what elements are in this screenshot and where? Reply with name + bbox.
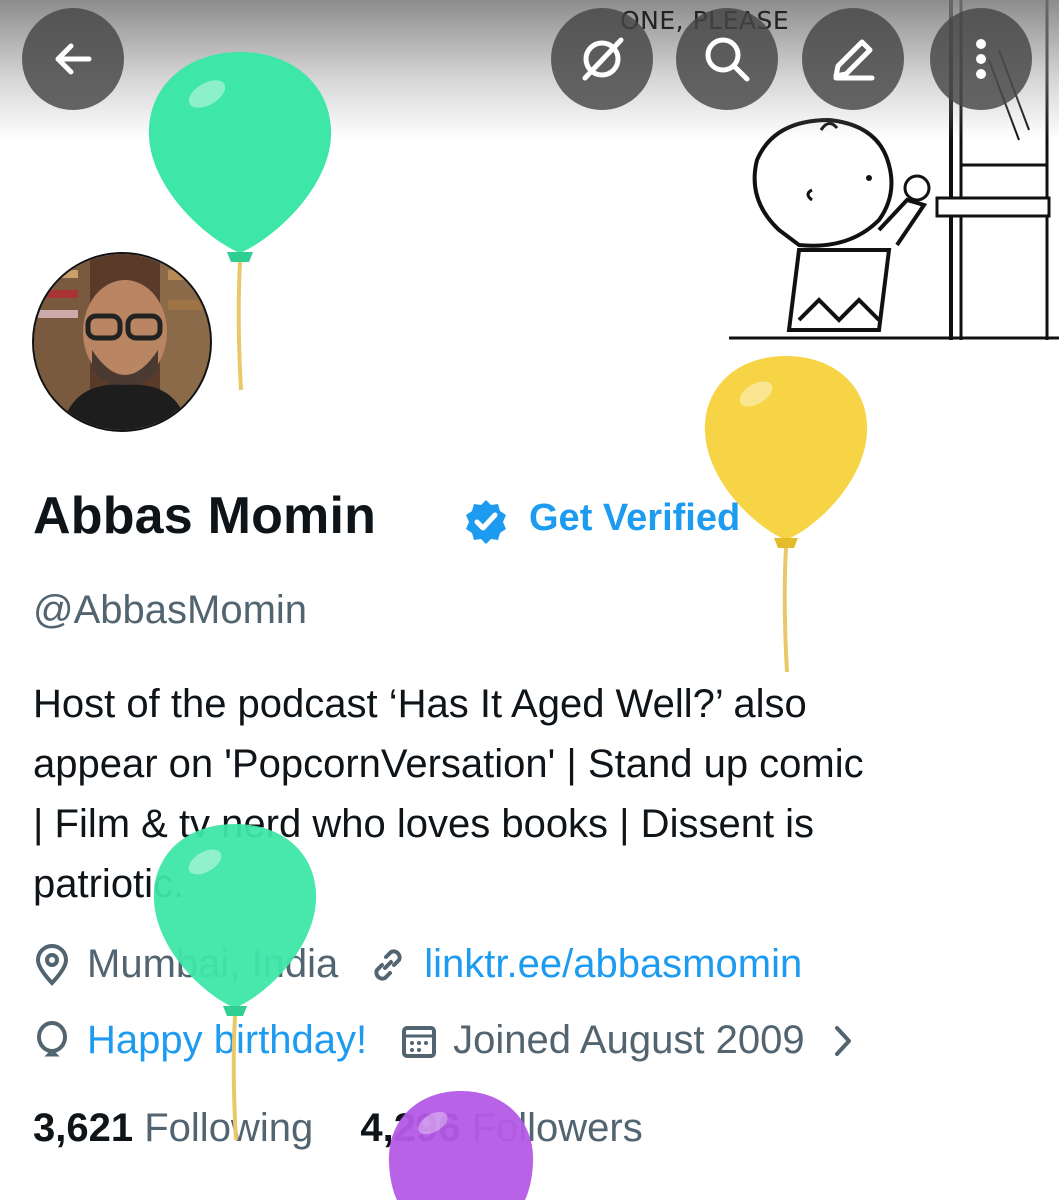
edit-button[interactable] <box>802 8 904 110</box>
bio-line: Host of the podcast ‘Has It Aged Well?’ … <box>33 682 807 726</box>
profile-name: Abbas Momin <box>33 487 377 545</box>
grok-icon <box>582 37 624 81</box>
avatar-photo <box>32 252 212 432</box>
back-arrow-icon <box>55 43 92 75</box>
following-label: Following <box>144 1106 314 1150</box>
birthday-link[interactable]: Happy birthday! <box>87 1018 367 1063</box>
search-button[interactable] <box>676 8 778 110</box>
get-verified-link[interactable]: Get Verified <box>529 497 740 540</box>
bio-line: | Film & tv nerd who loves books | Disse… <box>33 802 815 846</box>
joined-date: Joined August 2009 <box>453 1018 805 1062</box>
profile-bio: Host of the podcast ‘Has It Aged Well?’ … <box>33 674 1033 914</box>
followers-label: Followers <box>471 1106 643 1150</box>
profile-website-link[interactable]: linktr.ee/abbasmomin <box>424 942 802 987</box>
balloon-icon <box>37 1020 67 1056</box>
bio-line: patriotic. <box>33 862 185 906</box>
chevron-right-icon[interactable] <box>833 1024 853 1058</box>
more-button[interactable] <box>930 8 1032 110</box>
verified-badge-icon <box>466 500 506 544</box>
followers-count: 4,296 <box>360 1106 461 1150</box>
profile-handle: @AbbasMomin <box>33 588 308 632</box>
grok-button[interactable] <box>551 8 653 110</box>
more-vertical-icon <box>976 39 986 79</box>
avatar[interactable] <box>30 250 214 434</box>
link-icon <box>374 948 402 981</box>
search-icon <box>705 37 750 82</box>
bio-line: appear on 'PopcornVersation' | Stand up … <box>33 742 864 786</box>
edit-icon <box>833 39 875 81</box>
profile-meta-dates-row: Happy birthday! Joined August 2009 <box>33 1018 853 1063</box>
profile-location: Mumbai, India <box>87 942 339 986</box>
follow-stats: 3,621 Following 4,296 Followers <box>33 1106 643 1151</box>
back-button[interactable] <box>22 8 124 110</box>
following-count: 3,621 <box>33 1106 134 1150</box>
location-pin-icon <box>35 943 69 986</box>
followers-stat[interactable]: 4,296 Followers <box>360 1106 642 1150</box>
calendar-icon <box>402 1025 437 1058</box>
following-stat[interactable]: 3,621 Following <box>33 1106 313 1150</box>
profile-meta-location-row: Mumbai, India linktr.ee/abbasmomin <box>33 942 802 987</box>
